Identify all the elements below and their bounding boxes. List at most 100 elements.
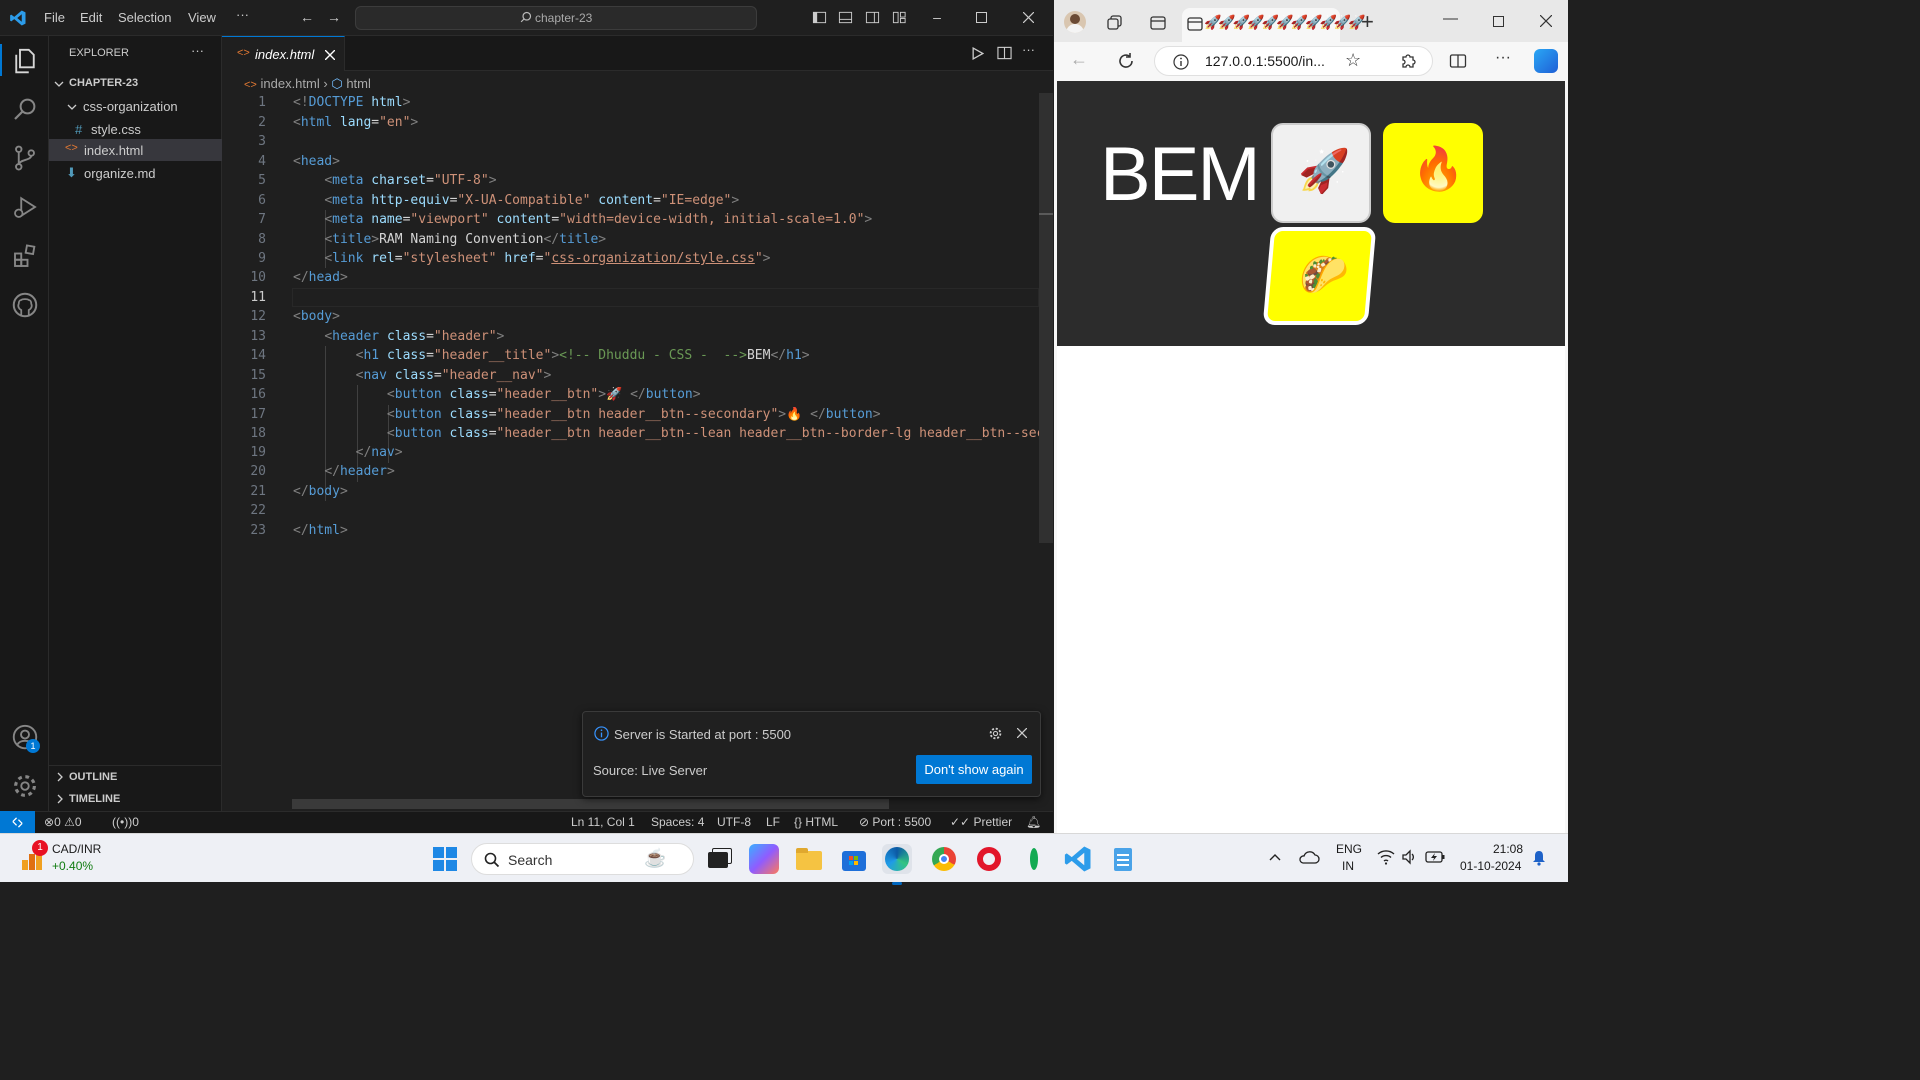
explorer-more-button[interactable]: ··· (191, 43, 204, 58)
taskbar-search[interactable]: Search ☕ (471, 843, 694, 875)
forward-arrow-icon[interactable]: → (326, 9, 342, 25)
timeline-section[interactable]: TIMELINE (49, 789, 222, 809)
vscode-taskbar-icon[interactable] (1063, 844, 1093, 874)
favorite-star-icon[interactable]: ☆ (1345, 50, 1361, 71)
run-debug-icon[interactable] (10, 192, 40, 222)
language-mode[interactable]: {} HTML (794, 815, 838, 829)
breadcrumb-symbol[interactable]: html (346, 76, 371, 91)
github-icon[interactable] (10, 290, 40, 320)
menu-file[interactable]: File (44, 10, 65, 25)
source-control-icon[interactable] (10, 143, 40, 173)
command-center[interactable]: chapter-23 (355, 6, 757, 30)
edge-icon[interactable] (882, 844, 912, 885)
code-line[interactable]: <button class="header__btn header__btn--… (293, 407, 1039, 422)
code-line[interactable]: <title>RAM Naming Convention</title> (293, 232, 1039, 247)
menu-more[interactable]: ··· (236, 7, 249, 22)
profile-avatar[interactable] (1064, 11, 1086, 33)
microsoft-store-icon[interactable] (839, 844, 869, 874)
code-line[interactable]: <nav class="header__nav"> (293, 368, 1039, 383)
onedrive-cloud-icon[interactable] (1298, 849, 1320, 867)
encoding[interactable]: UTF-8 (717, 815, 751, 829)
problems-indicator[interactable]: ⊗0 ⚠0 (44, 815, 82, 829)
weather-widget[interactable]: 1 CAD/INR +0.40% (14, 840, 104, 878)
file-explorer-icon[interactable] (794, 844, 824, 874)
code-line[interactable]: </body> (293, 484, 1039, 499)
code-line[interactable]: <body> (293, 309, 1039, 324)
close-window-icon[interactable] (1023, 12, 1034, 23)
menu-edit[interactable]: Edit (80, 10, 102, 25)
remote-indicator[interactable] (0, 811, 35, 833)
ports-indicator[interactable]: ((•))0 (112, 815, 139, 829)
notification-settings-gear-icon[interactable] (988, 726, 1003, 741)
chevron-up-icon[interactable] (1268, 851, 1282, 865)
copilot-taskbar-icon[interactable] (749, 844, 779, 874)
workspaces-icon[interactable] (1106, 14, 1124, 32)
code-line[interactable]: <h1 class="header__title"><!-- Dhuddu - … (293, 348, 1039, 363)
toggle-secondary-sidebar-icon[interactable] (865, 10, 880, 25)
mongodb-compass-icon[interactable] (1019, 844, 1049, 874)
maximize-icon[interactable] (1493, 16, 1504, 27)
minimize-icon[interactable]: – (929, 9, 945, 25)
close-tab-icon[interactable] (325, 50, 335, 60)
indentation[interactable]: Spaces: 4 (651, 815, 704, 829)
split-editor-icon[interactable] (997, 46, 1012, 60)
minimize-icon[interactable]: — (1443, 10, 1458, 27)
notepad-icon[interactable] (1108, 844, 1138, 874)
browser-tab-active[interactable]: 🚀🚀🚀🚀🚀🚀🚀🚀🚀🚀🚀 (1182, 8, 1366, 42)
language-indicator-line2[interactable]: IN (1342, 859, 1354, 873)
code-line[interactable]: </header> (293, 464, 1039, 479)
task-view-icon[interactable] (704, 844, 734, 874)
vertical-tabs-icon[interactable] (1150, 15, 1166, 31)
back-icon[interactable]: ← (1070, 49, 1088, 70)
run-icon[interactable] (971, 47, 984, 60)
code-line[interactable]: <!DOCTYPE html> (293, 95, 1039, 110)
tree-item-style-css[interactable]: # style.css (49, 119, 222, 141)
code-line[interactable]: <button class="header__btn header__btn--… (293, 426, 1039, 441)
settings-gear-icon[interactable] (10, 771, 40, 801)
fire-button[interactable]: 🔥 (1383, 123, 1483, 223)
code-line[interactable]: <meta http-equiv="X-UA-Compatible" conte… (293, 193, 1039, 208)
opera-icon[interactable] (974, 844, 1004, 874)
root-folder[interactable]: CHAPTER-23 (49, 74, 222, 94)
back-arrow-icon[interactable]: ← (299, 9, 315, 25)
code-line[interactable]: </nav> (293, 445, 1039, 460)
volume-icon[interactable] (1401, 849, 1417, 865)
notification-bell-icon[interactable] (1532, 850, 1546, 866)
start-button[interactable] (430, 844, 460, 874)
tree-item-css-organization[interactable]: css-organization (49, 96, 222, 118)
code-line[interactable]: <html lang="en"> (293, 115, 1039, 130)
code-line[interactable]: </html> (293, 523, 1039, 538)
code-line[interactable]: <header class="header"> (293, 329, 1039, 344)
menu-view[interactable]: View (188, 10, 216, 25)
search-icon[interactable] (10, 94, 40, 124)
code-line[interactable]: <button class="header__btn">🚀 </button> (293, 387, 1039, 402)
toggle-panel-icon[interactable] (838, 10, 853, 25)
chrome-icon[interactable] (929, 844, 959, 874)
site-info-icon[interactable] (1173, 54, 1189, 70)
live-server-port[interactable]: ⊘ Port : 5500 (859, 815, 931, 829)
close-notification-icon[interactable] (1017, 728, 1027, 738)
maximize-icon[interactable] (976, 12, 987, 23)
wifi-icon[interactable] (1377, 849, 1395, 865)
settings-more-icon[interactable]: ··· (1495, 49, 1511, 67)
code-line[interactable]: <meta charset="UTF-8"> (293, 173, 1039, 188)
split-screen-icon[interactable] (1449, 52, 1467, 70)
editor-more-button[interactable]: ··· (1022, 42, 1035, 57)
toggle-primary-sidebar-icon[interactable] (812, 10, 827, 25)
code-line[interactable]: <meta name="viewport" content="width=dev… (293, 212, 1039, 227)
code-line[interactable]: </head> (293, 270, 1039, 285)
battery-charging-icon[interactable] (1425, 850, 1445, 864)
tree-item-index-html[interactable]: <> index.html (49, 139, 222, 161)
prettier-status[interactable]: ✓✓ Prettier (950, 815, 1012, 829)
taco-button[interactable]: 🌮 (1262, 227, 1377, 325)
customize-layout-icon[interactable] (892, 10, 907, 25)
menu-selection[interactable]: Selection (118, 10, 171, 25)
extensions-puzzle-icon[interactable] (1399, 52, 1417, 70)
tree-item-organize-md[interactable]: ⬇ organize.md (49, 162, 222, 184)
code-line[interactable]: <link rel="stylesheet" href="css-organiz… (293, 251, 1039, 266)
close-window-icon[interactable] (1540, 15, 1552, 27)
cursor-position[interactable]: Ln 11, Col 1 (571, 815, 635, 829)
horizontal-scrollbar[interactable] (292, 799, 889, 809)
clock-date[interactable]: 01-10-2024 (1460, 859, 1521, 873)
rocket-button[interactable]: 🚀 (1271, 123, 1371, 223)
